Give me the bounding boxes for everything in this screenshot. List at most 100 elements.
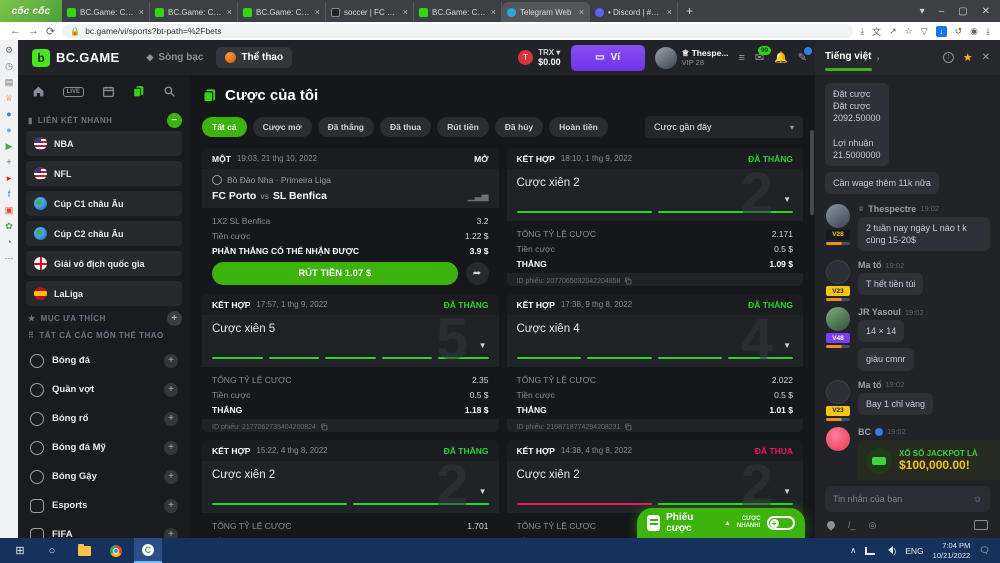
close-button[interactable]: ✕ [982, 6, 990, 17]
downloads-tray-icon[interactable]: ⤓ [986, 26, 990, 37]
language-indicator[interactable]: ENG [905, 546, 923, 556]
wallet-button[interactable]: ▭ Ví [570, 44, 645, 71]
stats-icon[interactable]: ▁▃▅ [468, 191, 489, 202]
profile-icon[interactable]: ◉ [970, 26, 978, 37]
action-center-icon[interactable]: 🗨 [979, 545, 990, 556]
messenger-icon[interactable]: ● [6, 110, 11, 119]
tip-rain-icon[interactable] [825, 519, 837, 531]
sort-dropdown[interactable]: Cược gần đây ▾ [645, 116, 803, 138]
sidebar-sport-esports[interactable]: Esports + [26, 491, 182, 520]
bcgame-logo[interactable]: b BC.GAME [18, 48, 120, 67]
expand-plus-icon[interactable]: + [164, 469, 178, 484]
facebook-icon[interactable]: f [8, 190, 11, 199]
chevron-down-icon[interactable]: ▼ [783, 195, 791, 204]
my-bets-icon[interactable] [132, 85, 145, 98]
sidebar-sport-tennis[interactable]: Quần vợt + [26, 375, 182, 404]
tab-close-icon[interactable]: × [403, 7, 408, 17]
add-icon[interactable]: + [6, 158, 11, 167]
chat-close-icon[interactable]: ✕ [982, 52, 990, 63]
info-icon[interactable]: ! [942, 52, 954, 63]
reload-button[interactable]: ⟳ [46, 25, 55, 38]
rules-keyboard-icon[interactable] [974, 520, 988, 530]
filter-rút-tiền[interactable]: Rút tiền [437, 117, 489, 137]
user-block[interactable]: ♕ Thespe... VIP 28 [654, 46, 728, 69]
chat-avatar[interactable] [826, 426, 850, 451]
bell-icon[interactable]: ◔ [6, 238, 11, 247]
url-box[interactable]: 🔒 bc.game/vi/sports?bt-path=%2Fbets [62, 24, 854, 38]
history-icon[interactable]: ◷ [5, 62, 13, 71]
expand-plus-icon[interactable]: + [164, 411, 178, 426]
filter-đã-thắng[interactable]: Đã thắng [317, 117, 374, 137]
home-icon[interactable] [32, 85, 45, 98]
chat-avatar[interactable] [826, 307, 850, 332]
volume-icon[interactable]: ) [884, 545, 896, 556]
browser-tab[interactable]: BC.Game: Crypto Casino × [238, 2, 326, 22]
tab-search-icon[interactable]: ▾ [920, 6, 925, 17]
taskbar-search-icon[interactable]: ○ [38, 538, 66, 563]
expand-plus-icon[interactable]: + [164, 527, 178, 538]
browser-tab[interactable]: BC.Game: Crypto Casino × [62, 2, 150, 22]
chat-username[interactable]: Thespectre [868, 204, 916, 214]
chat-avatar[interactable] [826, 260, 850, 285]
sidebar-item-cúp-c1-châu-âu[interactable]: Cúp C1 châu Âu [26, 191, 182, 216]
browser-tab[interactable]: Telegram Web × [502, 2, 590, 22]
expand-plus-icon[interactable]: + [164, 440, 178, 455]
filter-cược-mở[interactable]: Cược mở [252, 117, 312, 137]
copy-icon[interactable] [320, 423, 328, 431]
chrome-icon[interactable] [102, 538, 130, 563]
sidebar-sport-cricket[interactable]: Bóng Gậy + [26, 462, 182, 491]
download-icon[interactable]: ↓ [935, 25, 947, 37]
zalo-icon[interactable]: ● [6, 126, 11, 135]
chevron-down-icon[interactable]: ▼ [783, 487, 791, 496]
tab-close-icon[interactable]: × [667, 7, 672, 17]
calendar-icon[interactable] [102, 85, 115, 98]
share-icon[interactable]: ↗ [889, 26, 897, 37]
tab-close-icon[interactable]: × [315, 7, 320, 17]
chat-avatar[interactable] [826, 203, 850, 228]
sale-icon[interactable]: ▣ [5, 206, 14, 215]
sidebar-item-cúp-c2-châu-âu[interactable]: Cúp C2 châu Âu [26, 221, 182, 246]
tab-close-icon[interactable]: × [579, 7, 584, 17]
browser-tab[interactable]: soccer | FC Porto vs SL B × [326, 2, 414, 22]
filter-tất-cả[interactable]: Tất cả [202, 117, 247, 137]
browser-tab[interactable]: BC.Game: Crypto Casino × [150, 2, 238, 22]
back-button[interactable]: ← [10, 25, 21, 37]
scrollbar[interactable] [810, 130, 814, 215]
balance-selector[interactable]: T TRX ▾ $0.00 [518, 48, 561, 68]
more-icon[interactable]: ⋯ [5, 254, 14, 263]
browser-tab[interactable]: • Discord | #games × [590, 2, 678, 22]
sidebar-item-nba[interactable]: NBA [26, 131, 182, 156]
sidebar-item-nfl[interactable]: NFL [26, 161, 182, 186]
chat-avatar[interactable] [826, 379, 850, 404]
games-icon[interactable]: ▶ [6, 142, 13, 151]
network-icon[interactable] [865, 546, 876, 555]
expand-plus-icon[interactable]: + [164, 353, 178, 368]
menu-icon[interactable]: ≡ [738, 52, 744, 64]
minimize-button[interactable]: – [939, 6, 945, 17]
browser-tab[interactable]: BC.Game: Crypto Casino × [414, 2, 502, 22]
copy-icon[interactable] [624, 423, 632, 431]
share-bet-icon[interactable]: ➦ [465, 262, 489, 285]
coin-drop-icon[interactable]: ◎ [869, 520, 877, 531]
forward-button[interactable]: → [28, 25, 39, 37]
new-tab-button[interactable]: + [678, 4, 701, 18]
file-explorer-icon[interactable] [70, 538, 98, 563]
chat-username[interactable]: BC [858, 427, 871, 437]
chevron-down-icon[interactable]: ▼ [479, 487, 487, 496]
start-button[interactable]: ⊞ [6, 538, 34, 563]
bookmark-star-icon[interactable]: ☆ [905, 26, 913, 37]
sidebar-sport-basketball[interactable]: Bóng rổ + [26, 404, 182, 433]
emoji-icon[interactable]: ☺ [973, 494, 982, 504]
betslip-button[interactable]: Phiếu cược ▲ CƯỢC NHANH! + [637, 508, 805, 538]
garden-icon[interactable]: ✿ [5, 222, 13, 231]
collapse-button[interactable]: − [167, 113, 182, 128]
avatar[interactable] [654, 46, 677, 69]
expand-plus-icon[interactable]: + [164, 498, 178, 513]
search-icon[interactable] [163, 85, 176, 98]
rewards-crown-icon[interactable]: ♕ [5, 94, 13, 103]
sidebar-sport-american-football[interactable]: Bóng đá Mỹ + [26, 433, 182, 462]
live-icon[interactable]: LIVE [62, 86, 84, 97]
nav-casino[interactable]: ◆ Sòng bạc [138, 47, 213, 68]
cashout-button[interactable]: RÚT TIỀN 1.07 $ [212, 262, 458, 285]
commands-icon[interactable]: /​_ [848, 520, 856, 530]
